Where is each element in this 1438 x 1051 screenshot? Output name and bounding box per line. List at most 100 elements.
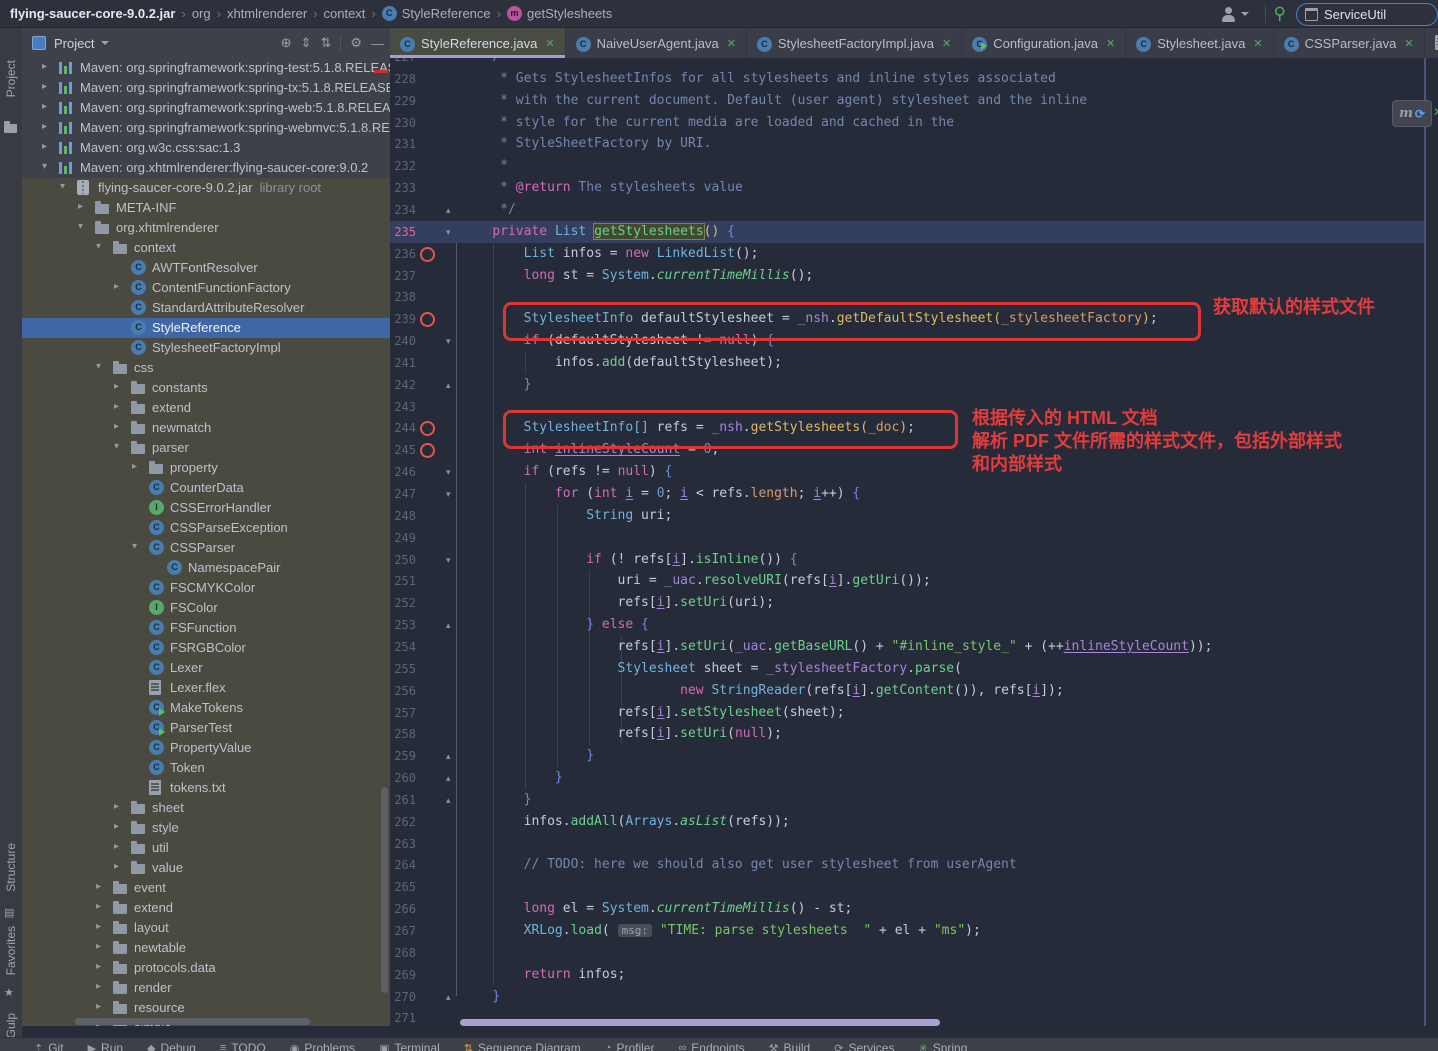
tree-item-property[interactable]: ▸property: [22, 458, 390, 478]
tab-stylereference-java[interactable]: CStyleReference.java✕: [390, 28, 566, 58]
tree-vertical-scrollbar[interactable]: [381, 787, 388, 993]
tree-item-maven-org-xhtmlrenderer-flying-saucer-core-9-0-2[interactable]: ▾Maven: org.xhtmlrenderer:flying-saucer-…: [22, 158, 390, 178]
close-icon[interactable]: ✕: [1404, 37, 1413, 50]
close-icon[interactable]: ✕: [727, 37, 736, 50]
tab-xhtmlrenderer-conf[interactable]: xhtmlrenderer.conf✕: [1425, 28, 1438, 58]
tree-item-stylesheetfactoryimpl[interactable]: CStylesheetFactoryImpl: [22, 338, 390, 358]
chevron-right-icon[interactable]: ▸: [96, 981, 101, 992]
line-number[interactable]: 271: [390, 1007, 416, 1026]
settings-gear-icon[interactable]: ⚙: [350, 35, 362, 51]
line-number[interactable]: 231: [390, 133, 416, 155]
chevron-right-icon[interactable]: ▸: [42, 101, 47, 112]
line-number[interactable]: 250: [390, 549, 416, 571]
line-number[interactable]: 266: [390, 898, 416, 920]
line-number[interactable]: 269: [390, 964, 416, 986]
chevron-right-icon[interactable]: ▸: [114, 861, 119, 872]
tree-item-lexer-flex[interactable]: Lexer.flex: [22, 678, 390, 698]
tree-item-fsfunction[interactable]: CFSFunction: [22, 618, 390, 638]
chevron-down-icon[interactable]: ▾: [96, 241, 101, 252]
line-number[interactable]: 245: [390, 439, 416, 461]
chevron-right-icon[interactable]: ▸: [114, 401, 119, 412]
statusbar-item-services[interactable]: ⟳Services: [834, 1041, 894, 1051]
close-icon[interactable]: ✕: [942, 37, 951, 50]
tree-item-cssparseexception[interactable]: CCSSParseException: [22, 518, 390, 538]
chevron-down-icon[interactable]: ▾: [96, 361, 101, 372]
stripe-gulp-button[interactable]: Gulp: [4, 1013, 18, 1038]
tree-item-render[interactable]: ▸render: [22, 978, 390, 998]
line-number[interactable]: 260: [390, 767, 416, 789]
line-number[interactable]: 243: [390, 396, 416, 418]
line-number[interactable]: 256: [390, 680, 416, 702]
tree-item-tokens-txt[interactable]: tokens.txt: [22, 778, 390, 798]
tree-item-fsrgbcolor[interactable]: CFSRGBColor: [22, 638, 390, 658]
breadcrumb-item-getstylesheets[interactable]: mgetStylesheets: [507, 6, 612, 21]
chevron-right-icon[interactable]: ▸: [114, 801, 119, 812]
line-number[interactable]: 229: [390, 90, 416, 112]
breakpoint-ring-icon[interactable]: [420, 247, 435, 262]
chevron-right-icon[interactable]: ▸: [114, 281, 119, 292]
tree-item-lexer[interactable]: CLexer: [22, 658, 390, 678]
line-number[interactable]: 244: [390, 417, 416, 439]
line-number[interactable]: 264: [390, 854, 416, 876]
line-number[interactable]: 252: [390, 592, 416, 614]
tree-item-contentfunctionfactory[interactable]: ▸CContentFunctionFactory: [22, 278, 390, 298]
chevron-right-icon[interactable]: ▸: [42, 121, 47, 132]
line-number[interactable]: 239: [390, 308, 416, 330]
maven-reload-widget[interactable]: m⟳: [1392, 100, 1432, 127]
project-panel-title[interactable]: Project: [54, 36, 94, 51]
tree-item-css[interactable]: ▾css: [22, 358, 390, 378]
tree-item-maven-org-springframework-spring-webmvc-5-1-8-release[interactable]: ▸Maven: org.springframework:spring-webmv…: [22, 118, 390, 138]
locate-file-icon[interactable]: ⊕: [281, 35, 292, 51]
chevron-down-icon[interactable]: ▾: [132, 541, 137, 552]
tree-item-counterdata[interactable]: CCounterData: [22, 478, 390, 498]
tree-item-fscmykcolor[interactable]: CFSCMYKColor: [22, 578, 390, 598]
statusbar-item-debug[interactable]: ◆Debug: [147, 1041, 196, 1051]
statusbar-item-spring[interactable]: ✳Spring: [918, 1041, 967, 1051]
tree-item-event[interactable]: ▸event: [22, 878, 390, 898]
line-number[interactable]: 228: [390, 68, 416, 90]
line-number[interactable]: 233: [390, 177, 416, 199]
tree-item-resource[interactable]: ▸resource: [22, 998, 390, 1018]
fold-marker-icon[interactable]: ▾: [446, 221, 451, 243]
fold-marker-icon[interactable]: ▾: [446, 330, 451, 352]
editor-horizontal-scrollbar[interactable]: [460, 1019, 940, 1026]
fold-marker-icon[interactable]: ▴: [446, 789, 451, 811]
chevron-right-icon[interactable]: ▸: [42, 141, 47, 152]
line-number[interactable]: 251: [390, 570, 416, 592]
line-number[interactable]: 259: [390, 745, 416, 767]
breadcrumb-item-org[interactable]: org: [192, 6, 211, 21]
tree-item-protocols-data[interactable]: ▸protocols.data: [22, 958, 390, 978]
chevron-down-icon[interactable]: ▾: [114, 441, 119, 452]
line-number[interactable]: 258: [390, 723, 416, 745]
tree-item-fscolor[interactable]: IFSColor: [22, 598, 390, 618]
chevron-right-icon[interactable]: ▸: [96, 941, 101, 952]
tab-stylesheetfactoryimpl-java[interactable]: CStylesheetFactoryImpl.java✕: [747, 28, 962, 58]
tree-item-namespacepair[interactable]: CNamespacePair: [22, 558, 390, 578]
statusbar-item-run[interactable]: ▶Run: [88, 1041, 123, 1051]
breadcrumb-item-flying-saucer-core-9-0-2-jar[interactable]: flying-saucer-core-9.0.2.jar: [10, 6, 175, 21]
line-number[interactable]: 235: [390, 221, 416, 243]
hide-panel-icon[interactable]: —: [371, 36, 384, 51]
tree-item-cssparser[interactable]: ▾CCSSParser: [22, 538, 390, 558]
chevron-right-icon[interactable]: ▸: [78, 201, 83, 212]
tree-item-awtfontresolver[interactable]: CAWTFontResolver: [22, 258, 390, 278]
statusbar-item-terminal[interactable]: ▣Terminal: [379, 1041, 440, 1051]
tree-item-newtable[interactable]: ▸newtable: [22, 938, 390, 958]
line-number[interactable]: 230: [390, 112, 416, 134]
line-number[interactable]: 234: [390, 199, 416, 221]
tree-item-style[interactable]: ▸style: [22, 818, 390, 838]
line-number[interactable]: 236: [390, 243, 416, 265]
tree-item-context[interactable]: ▾context: [22, 238, 390, 258]
statusbar-item-todo[interactable]: ≡TODO: [220, 1041, 266, 1051]
run-configuration-select[interactable]: ServiceUtil: [1296, 3, 1438, 26]
chevron-right-icon[interactable]: ▸: [114, 821, 119, 832]
chevron-down-icon[interactable]: ▾: [60, 181, 65, 192]
line-number[interactable]: 253: [390, 614, 416, 636]
breakpoint-ring-icon[interactable]: [420, 443, 435, 458]
chevron-down-icon[interactable]: ▾: [78, 221, 83, 232]
line-number[interactable]: 263: [390, 833, 416, 855]
line-number[interactable]: 240: [390, 330, 416, 352]
line-number[interactable]: 268: [390, 942, 416, 964]
collapse-all-icon[interactable]: ⇅: [320, 35, 331, 51]
fold-marker-icon[interactable]: ▴: [446, 767, 451, 789]
